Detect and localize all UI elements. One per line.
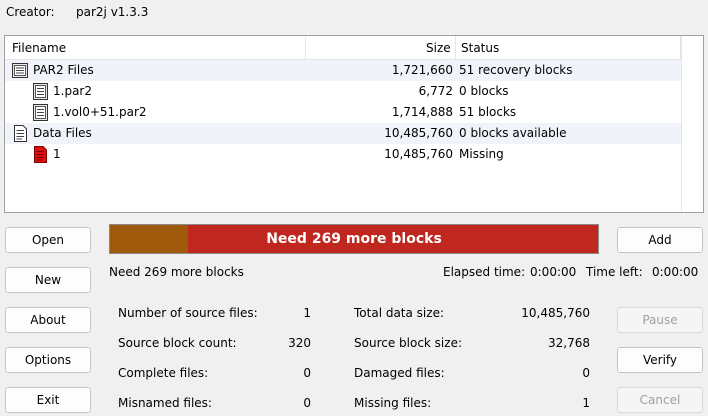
new-button[interactable]: New xyxy=(5,267,91,293)
column-divider[interactable] xyxy=(455,36,456,60)
creator-value: par2j v1.3.3 xyxy=(76,5,149,19)
file-name: Data Files xyxy=(33,126,92,140)
source-block-count-value: 320 xyxy=(288,336,311,350)
file-list[interactable]: Filename Size Status PAR2 Files 1,721,66… xyxy=(4,35,704,213)
misnamed-files-value: 0 xyxy=(303,396,311,410)
complete-files-label: Complete files: xyxy=(118,366,209,380)
list-item[interactable]: 1.par2 6,772 0 blocks xyxy=(5,81,681,102)
add-button[interactable]: Add xyxy=(617,227,703,253)
damaged-files-label: Damaged files: xyxy=(354,366,445,380)
file-status: 51 recovery blocks xyxy=(459,63,573,77)
source-block-size-value: 32,768 xyxy=(548,336,590,350)
elapsed-time-label: Elapsed time: xyxy=(443,265,526,279)
time-left-value: 0:00:00 xyxy=(652,265,699,279)
missing-files-label: Missing files: xyxy=(354,396,432,410)
misnamed-files-label: Misnamed files: xyxy=(118,396,212,410)
par2-group-icon xyxy=(12,62,29,79)
num-source-files-label: Number of source files: xyxy=(118,306,258,320)
source-block-size-label: Source block size: xyxy=(354,336,462,350)
exit-button[interactable]: Exit xyxy=(5,387,91,413)
list-header: Filename Size Status xyxy=(5,36,703,60)
file-size: 1,721,660 xyxy=(391,63,453,77)
total-data-size-label: Total data size: xyxy=(354,306,444,320)
file-name: 1 xyxy=(53,147,61,161)
total-data-size-value: 10,485,760 xyxy=(521,306,590,320)
about-button[interactable]: About xyxy=(5,307,91,333)
file-name: 1.vol0+51.par2 xyxy=(53,105,147,119)
column-header-size[interactable]: Size xyxy=(426,41,451,55)
damaged-files-value: 0 xyxy=(582,366,590,380)
cancel-button[interactable]: Cancel xyxy=(617,387,703,413)
status-message: Need 269 more blocks xyxy=(109,265,244,279)
file-status: 0 blocks available xyxy=(459,126,567,140)
creator-label: Creator: xyxy=(6,5,55,19)
list-item[interactable]: 1 10,485,760 Missing xyxy=(5,144,681,165)
elapsed-time-value: 0:00:00 xyxy=(530,265,577,279)
missing-file-icon xyxy=(32,146,49,163)
file-status: 51 blocks xyxy=(459,105,517,119)
progress-bar: Need 269 more blocks xyxy=(109,224,599,254)
file-size: 6,772 xyxy=(418,84,453,98)
par2-file-icon xyxy=(32,104,49,121)
column-divider[interactable] xyxy=(305,36,306,60)
par2-file-icon xyxy=(32,83,49,100)
list-item[interactable]: PAR2 Files 1,721,660 51 recovery blocks xyxy=(5,60,681,81)
column-header-status[interactable]: Status xyxy=(461,41,499,55)
file-name: 1.par2 xyxy=(53,84,92,98)
column-header-filename[interactable]: Filename xyxy=(12,41,66,55)
file-status: Missing xyxy=(459,147,504,161)
vertical-scrollbar[interactable] xyxy=(681,36,703,212)
document-icon xyxy=(12,125,29,142)
options-button[interactable]: Options xyxy=(5,347,91,373)
complete-files-value: 0 xyxy=(303,366,311,380)
missing-files-value: 1 xyxy=(582,396,590,410)
file-size: 10,485,760 xyxy=(384,147,453,161)
list-item[interactable]: 1.vol0+51.par2 1,714,888 51 blocks xyxy=(5,102,681,123)
verify-button[interactable]: Verify xyxy=(617,347,703,373)
num-source-files-value: 1 xyxy=(303,306,311,320)
open-button[interactable]: Open xyxy=(5,227,91,253)
time-left-label: Time left: xyxy=(586,265,643,279)
source-block-count-label: Source block count: xyxy=(118,336,237,350)
list-item[interactable]: Data Files 10,485,760 0 blocks available xyxy=(5,123,681,144)
progress-text: Need 269 more blocks xyxy=(266,231,442,247)
file-name: PAR2 Files xyxy=(33,63,94,77)
pause-button[interactable]: Pause xyxy=(617,307,703,333)
file-size: 1,714,888 xyxy=(391,105,453,119)
file-status: 0 blocks xyxy=(459,84,509,98)
file-size: 10,485,760 xyxy=(384,126,453,140)
